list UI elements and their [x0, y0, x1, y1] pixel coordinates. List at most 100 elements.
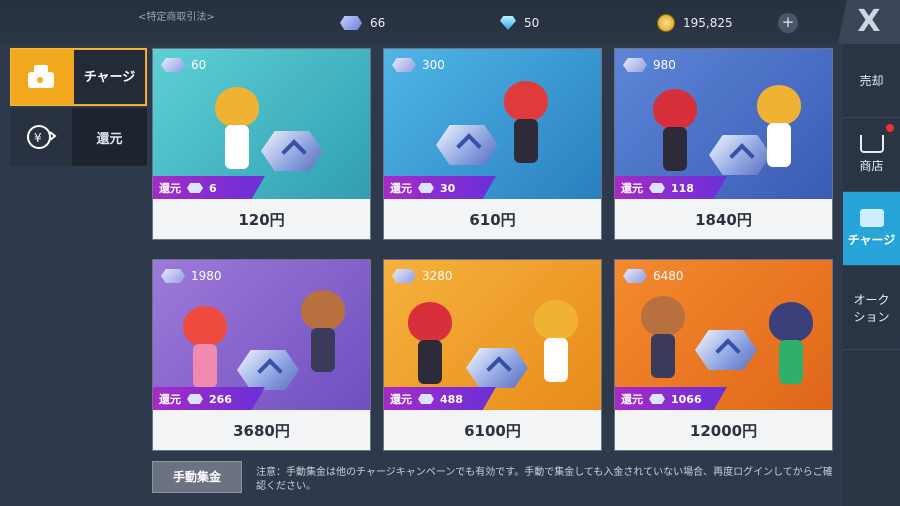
- pack-amount: 60: [161, 58, 206, 72]
- crystal-icon: [623, 269, 647, 283]
- bonus-badge: 還元 1066: [615, 387, 727, 411]
- bonus-value: 30: [440, 181, 456, 195]
- diamond-balance: 50: [500, 12, 539, 34]
- crystal-balance: 66: [340, 12, 385, 34]
- bonus-label: 還元: [621, 393, 643, 406]
- bonus-label: 還元: [159, 182, 181, 195]
- svg-text:¥: ¥: [34, 131, 42, 145]
- crystal-icon: [649, 183, 665, 193]
- notice-text: 注意：手動集金は他のチャージキャンペーンでも有効です。手動で集金しても入金されて…: [256, 467, 833, 492]
- wallet-icon: [11, 49, 73, 105]
- coin-count: 195,825: [683, 16, 733, 30]
- diamond-count: 50: [524, 16, 540, 30]
- pack-card-6480[interactable]: 6480 還元 1066 12000円: [614, 259, 833, 451]
- pack-price: 1840円: [615, 199, 832, 239]
- character-figure: [215, 87, 259, 173]
- pack-card-3280[interactable]: 3280 還元 488 6100円: [383, 259, 602, 451]
- pack-card-980[interactable]: 980 還元 118 1840円: [614, 48, 833, 240]
- bonus-value: 118: [671, 181, 694, 195]
- bonus-badge: 還元 6: [153, 176, 265, 200]
- bonus-label: 還元: [390, 182, 412, 195]
- yen-refund-icon: ¥: [10, 108, 72, 166]
- tab-shop[interactable]: 商店: [843, 118, 900, 192]
- pack-amount-value: 3280: [422, 269, 453, 283]
- pack-card-300[interactable]: 300 還元 30 610円: [383, 48, 602, 240]
- crystal-stack-icon: [695, 330, 757, 370]
- pack-price: 12000円: [615, 410, 832, 450]
- pack-amount-value: 980: [653, 58, 676, 72]
- character-figure: [769, 302, 813, 388]
- tab-refund[interactable]: ¥ 還元: [10, 108, 147, 166]
- bonus-label: 還元: [390, 393, 412, 406]
- tab-charge-side-label: チャージ: [847, 233, 896, 247]
- manual-collect-button[interactable]: 手動集金: [152, 461, 242, 493]
- pack-amount-value: 300: [422, 58, 445, 72]
- character-figure: [183, 306, 227, 392]
- tab-refund-label: 還元: [96, 131, 123, 147]
- crystal-stack-icon: [261, 131, 323, 171]
- crystal-icon: [649, 394, 665, 404]
- character-figure: [534, 300, 578, 386]
- pack-amount: 980: [623, 58, 676, 72]
- crystal-icon: [418, 183, 434, 193]
- crystal-icon: [187, 183, 203, 193]
- tab-shop-label: 商店: [859, 159, 884, 173]
- coin-icon: [657, 14, 675, 32]
- side-panel-fill: [843, 350, 900, 506]
- pack-amount: 6480: [623, 269, 684, 283]
- close-button[interactable]: X: [838, 0, 900, 44]
- tab-charge[interactable]: チャージ: [10, 48, 147, 106]
- bonus-label: 還元: [159, 393, 181, 406]
- crystal-icon: [187, 394, 203, 404]
- character-figure: [757, 85, 801, 171]
- top-bar: [0, 0, 900, 44]
- diamond-icon: [500, 16, 516, 30]
- pack-amount-value: 1980: [191, 269, 222, 283]
- pack-price: 120円: [153, 199, 370, 239]
- add-currency-button[interactable]: +: [778, 13, 798, 33]
- bonus-value: 266: [209, 392, 232, 406]
- tab-charge-side[interactable]: チャージ: [843, 192, 900, 266]
- tab-sell[interactable]: 売却: [843, 44, 900, 118]
- legal-notice-link[interactable]: <特定商取引法>: [138, 8, 215, 23]
- pack-price: 6100円: [384, 410, 601, 450]
- pack-amount: 300: [392, 58, 445, 72]
- character-figure: [408, 302, 452, 388]
- crystal-count: 66: [370, 16, 386, 30]
- crystal-stack-icon: [436, 125, 498, 165]
- crystal-icon: [418, 394, 434, 404]
- character-figure: [301, 290, 345, 376]
- pack-price: 3680円: [153, 410, 370, 450]
- crystal-icon: [161, 269, 185, 283]
- pack-card-60[interactable]: 60 還元 6 120円: [152, 48, 371, 240]
- tab-charge-label: チャージ: [73, 49, 146, 105]
- pack-amount-value: 6480: [653, 269, 684, 283]
- pack-price: 610円: [384, 199, 601, 239]
- bonus-value: 6: [209, 181, 217, 195]
- coin-balance: 195,825: [657, 12, 733, 34]
- pack-amount-value: 60: [191, 58, 207, 72]
- character-figure: [641, 296, 685, 382]
- bonus-value: 1066: [671, 392, 702, 406]
- character-figure: [504, 81, 548, 167]
- crystal-icon: [161, 58, 185, 72]
- crystal-icon: [392, 269, 416, 283]
- tab-auction-label: オーク ション: [853, 292, 890, 324]
- tab-sell-label: 売却: [859, 74, 884, 88]
- tab-auction[interactable]: オーク ション: [843, 266, 900, 350]
- character-figure: [653, 89, 697, 175]
- notification-dot: [886, 124, 894, 132]
- pack-amount: 1980: [161, 269, 222, 283]
- crystal-icon: [340, 16, 362, 30]
- cart-icon: [859, 135, 884, 153]
- crystal-stack-icon: [237, 350, 299, 390]
- pack-amount: 3280: [392, 269, 453, 283]
- bonus-badge: 還元 30: [384, 176, 496, 200]
- bonus-value: 488: [440, 392, 463, 406]
- bonus-badge: 還元 488: [384, 387, 496, 411]
- bonus-badge: 還元 118: [615, 176, 727, 200]
- charge-icon: [859, 209, 884, 227]
- bonus-label: 還元: [621, 182, 643, 195]
- pack-card-1980[interactable]: 1980 還元 266 3680円: [152, 259, 371, 451]
- crystal-stack-icon: [466, 348, 528, 388]
